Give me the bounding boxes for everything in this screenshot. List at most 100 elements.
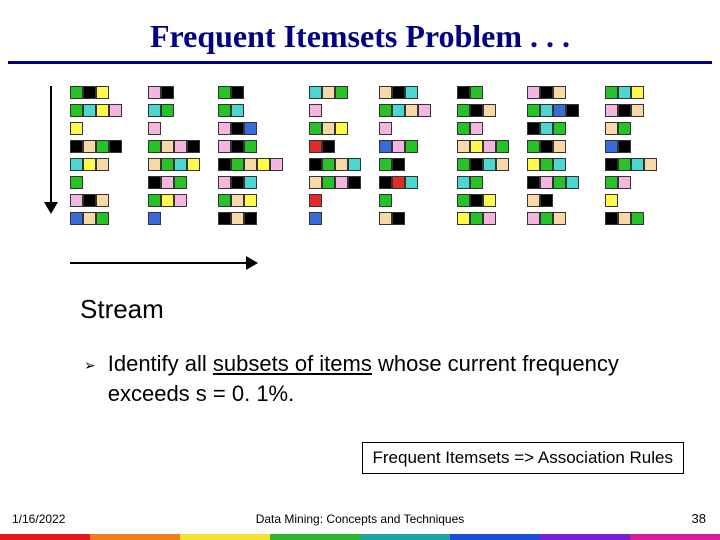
- itemset-row: [218, 122, 283, 135]
- item-cell: [566, 104, 579, 117]
- itemset-row: [70, 86, 122, 99]
- item-cell: [83, 194, 96, 207]
- itemset-row: [605, 158, 657, 171]
- itemsets-graphic: [70, 86, 680, 286]
- item-cell: [527, 86, 540, 99]
- item-cell: [148, 194, 161, 207]
- item-cell: [483, 194, 496, 207]
- bullet-marker-icon: ➢: [84, 349, 96, 408]
- itemset-row: [379, 194, 431, 207]
- item-cell: [392, 158, 405, 171]
- item-cell: [218, 140, 231, 153]
- item-cell: [540, 158, 553, 171]
- itemset-row: [379, 86, 431, 99]
- itemset-row: [148, 194, 200, 207]
- item-cell: [231, 104, 244, 117]
- itemset-row: [218, 176, 283, 189]
- item-cell: [379, 212, 392, 225]
- bullet-item: ➢ Identify all subsets of items whose cu…: [84, 349, 660, 408]
- item-cell: [405, 104, 418, 117]
- itemset-row: [379, 158, 431, 171]
- itemset-row: [605, 140, 657, 153]
- item-cell: [174, 194, 187, 207]
- itemset-row: [379, 104, 431, 117]
- item-cell: [483, 140, 496, 153]
- item-cell: [161, 140, 174, 153]
- item-cell: [470, 194, 483, 207]
- item-cell: [109, 104, 122, 117]
- item-cell: [322, 122, 335, 135]
- item-cell: [470, 176, 483, 189]
- item-cell: [553, 176, 566, 189]
- item-cell: [70, 176, 83, 189]
- itemset-row: [148, 176, 200, 189]
- item-cell: [470, 212, 483, 225]
- itemset-row: [148, 104, 200, 117]
- item-cell: [457, 140, 470, 153]
- item-cell: [161, 158, 174, 171]
- item-cell: [540, 86, 553, 99]
- item-cell: [70, 158, 83, 171]
- itemset-row: [457, 176, 509, 189]
- item-cell: [605, 86, 618, 99]
- item-cell: [70, 212, 83, 225]
- item-cell: [605, 140, 618, 153]
- itemset-row: [527, 104, 579, 117]
- item-cell: [83, 158, 96, 171]
- itemset-row: [218, 158, 283, 171]
- item-cell: [148, 140, 161, 153]
- itemset-row: [148, 86, 200, 99]
- itemset-row: [70, 212, 122, 225]
- item-cell: [457, 104, 470, 117]
- stream-label: Stream: [80, 294, 720, 325]
- item-cell: [553, 140, 566, 153]
- itemset-row: [148, 140, 200, 153]
- footer-page-number: 38: [692, 511, 706, 526]
- item-cell: [527, 158, 540, 171]
- itemset-row: [218, 86, 283, 99]
- itemset-row: [527, 140, 579, 153]
- item-cell: [605, 104, 618, 117]
- item-cell: [174, 176, 187, 189]
- item-cell: [605, 176, 618, 189]
- item-cell: [631, 104, 644, 117]
- itemset-row: [309, 158, 361, 171]
- item-cell: [187, 158, 200, 171]
- itemset-row: [527, 212, 579, 225]
- item-cell: [392, 104, 405, 117]
- itemset-row: [605, 122, 657, 135]
- itemset-row: [527, 86, 579, 99]
- item-cell: [618, 176, 631, 189]
- item-cell: [470, 122, 483, 135]
- item-cell: [457, 86, 470, 99]
- item-cell: [148, 122, 161, 135]
- item-cell: [618, 122, 631, 135]
- item-cell: [309, 158, 322, 171]
- item-cell: [244, 194, 257, 207]
- item-cell: [392, 140, 405, 153]
- itemset-row: [70, 140, 122, 153]
- item-cell: [457, 158, 470, 171]
- item-cell: [96, 104, 109, 117]
- item-cell: [148, 86, 161, 99]
- itemset-row: [457, 212, 509, 225]
- item-cell: [218, 104, 231, 117]
- item-cell: [161, 194, 174, 207]
- item-cell: [553, 158, 566, 171]
- itemset-row: [309, 176, 361, 189]
- itemset-row: [70, 158, 122, 171]
- item-cell: [527, 122, 540, 135]
- itemset-row: [457, 86, 509, 99]
- itemset-row: [218, 104, 283, 117]
- item-cell: [631, 158, 644, 171]
- item-cell: [379, 158, 392, 171]
- itemset-row: [148, 212, 200, 225]
- item-cell: [244, 158, 257, 171]
- item-cell: [174, 140, 187, 153]
- item-cell: [496, 140, 509, 153]
- item-cell: [231, 212, 244, 225]
- item-cell: [527, 104, 540, 117]
- itemset-row: [605, 194, 657, 207]
- item-cell: [631, 212, 644, 225]
- item-cell: [496, 158, 509, 171]
